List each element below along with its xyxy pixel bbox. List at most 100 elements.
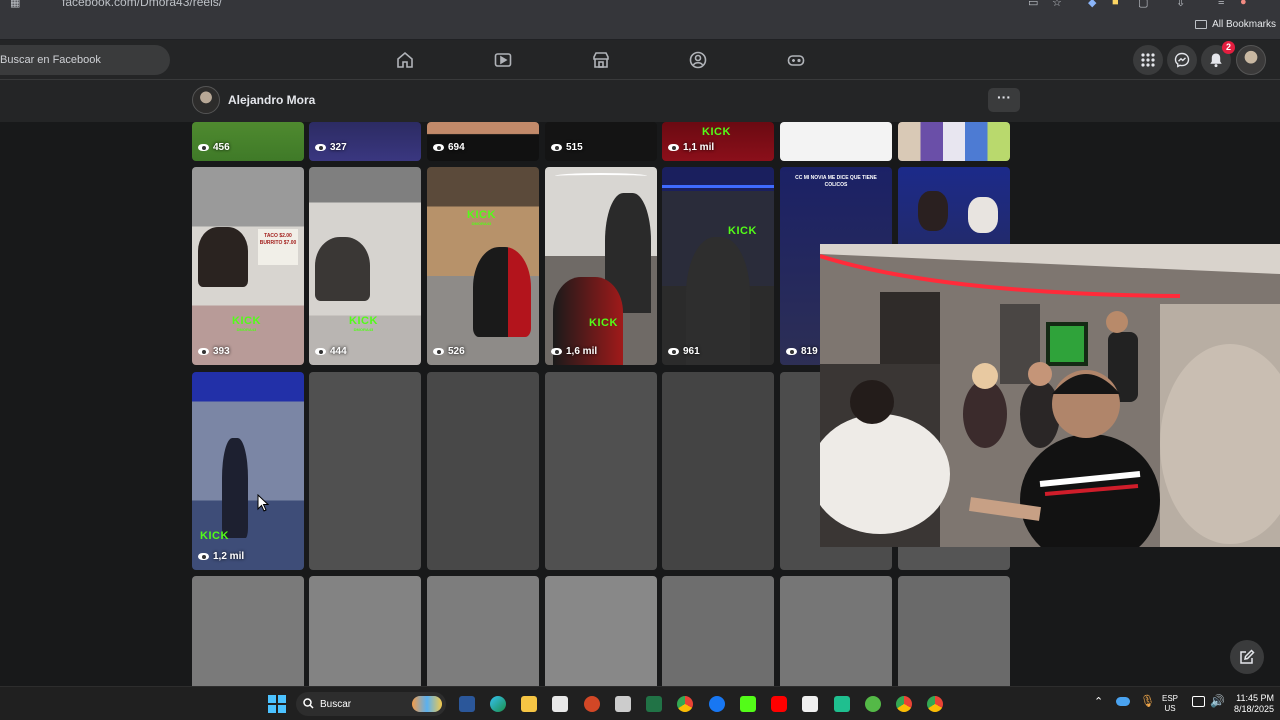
view-count: 1,1 mil [668,142,714,153]
profile-icon[interactable]: ● [1240,0,1247,8]
menu-grid-icon [1141,53,1155,67]
obs-app-icon[interactable] [865,696,881,712]
capcut-app-icon[interactable] [802,696,818,712]
account-avatar[interactable] [1236,45,1266,75]
kick-app-icon[interactable] [740,696,756,712]
language-indicator[interactable]: ESP US [1162,694,1178,714]
webcam-scene [820,244,1280,547]
kick-studio-app-icon[interactable] [834,696,850,712]
address-bar[interactable]: facebook.com/Dmora43/reels/ [62,0,222,9]
excel-app-icon[interactable] [646,696,662,712]
profile-avatar[interactable] [192,86,220,114]
clock[interactable]: 11:45 PM 8/18/2025 [1226,693,1274,715]
chrome-profile-app-icon[interactable] [896,696,912,712]
reel-placeholder [898,576,1010,686]
microphone-icon[interactable]: 🎙 [1140,694,1155,708]
reel-placeholder [309,372,421,570]
chrome-app-icon[interactable] [677,696,693,712]
facebook-app-icon[interactable] [709,696,725,712]
view-count: 1,2 mil [198,551,244,562]
search-box [0,45,170,75]
edge-app-icon[interactable] [490,696,506,712]
view-count: 526 [433,346,465,357]
youtube-app-icon[interactable] [771,696,787,712]
extensions-puzzle-icon[interactable]: ▢ [1138,0,1148,9]
reel-thumbnail[interactable] [780,122,892,161]
reel-thumbnail[interactable]: KICK 1,2 mil [192,372,304,570]
person-silhouette [473,247,531,337]
mouse-cursor-icon [257,494,269,512]
profile-name[interactable]: Alejandro Mora [228,93,315,107]
file-explorer-icon[interactable] [521,696,537,712]
groups-icon[interactable] [689,51,707,69]
reel-thumbnail[interactable]: 327 [309,122,421,161]
person-silhouette [918,191,948,231]
reel-thumbnail[interactable]: 515 [545,122,657,161]
reel-thumbnail[interactable]: KICK 961 [662,167,774,365]
onedrive-icon[interactable] [1116,697,1130,706]
eye-icon [551,144,562,151]
apps-grid-icon[interactable]: ▦ [10,0,20,9]
menu-grid-button[interactable] [1133,45,1163,75]
bookmark-star-icon[interactable]: ☆ [1052,0,1062,9]
kick-logo: KICK [702,126,731,138]
kick-logo: KICK DMORA43 [467,209,496,226]
person-silhouette [222,438,248,538]
reel-thumbnail[interactable]: KICK 1,6 mil [545,167,657,365]
reel-thumbnail[interactable] [898,122,1010,161]
powerpoint-app-icon[interactable] [584,696,600,712]
widget-balloons-icon [412,696,442,712]
marketplace-icon[interactable] [592,51,610,69]
reel-thumbnail[interactable]: KICK DMORA43 526 [427,167,539,365]
taskbar-search[interactable]: Buscar [296,692,446,716]
more-options-button[interactable]: ··· [988,88,1020,112]
all-bookmarks-button[interactable]: All Bookmarks [1195,19,1276,30]
home-icon[interactable] [396,51,414,69]
reading-list-icon[interactable]: ≡ [1218,0,1224,8]
mail-app-icon[interactable] [615,696,631,712]
reel-thumbnail[interactable]: 456 [192,122,304,161]
view-count: 393 [198,346,230,357]
reel-thumbnail[interactable]: KICK 1,1 mil [662,122,774,161]
gaming-icon[interactable] [787,51,805,69]
bookmarks-bar: All Bookmarks [0,12,1280,40]
eye-icon [198,553,209,560]
kick-logo: KICK [589,317,618,329]
chrome-profile-2-app-icon[interactable] [927,696,943,712]
search-input[interactable] [0,45,165,75]
cast-icon[interactable]: ▭ [1028,0,1038,9]
person-silhouette [968,197,998,233]
tray-chevron-icon[interactable]: ⌃ [1094,695,1103,708]
display-icon[interactable] [1192,696,1205,707]
video-icon[interactable] [494,51,512,69]
new-message-button[interactable] [1230,640,1264,674]
windows-taskbar: Buscar ⌃ 🎙 ESP US 🔊 11:45 PM 8/18/2025 [0,686,1280,720]
messenger-button[interactable] [1167,45,1197,75]
store-app-icon[interactable] [552,696,568,712]
reel-thumbnail[interactable]: TACO $2.00 BURRITO $7.00 KICK DMORA43 393 [192,167,304,365]
compose-icon [1240,649,1255,664]
notifications-button[interactable]: 2 [1201,41,1235,75]
eye-icon [433,144,444,151]
reel-thumbnail[interactable]: 694 [427,122,539,161]
eye-icon [551,348,562,355]
messenger-icon [1174,52,1190,68]
bell-icon [1210,53,1222,68]
view-count: 819 [786,346,818,357]
browser-tab-strip: ▦ facebook.com/Dmora43/reels/ ▭ ☆ ◆ ■ ▢ … [0,0,1280,12]
volume-icon[interactable]: 🔊 [1210,694,1225,708]
all-bookmarks-label: All Bookmarks [1212,19,1276,30]
extension-icon[interactable]: ◆ [1088,0,1096,9]
downloads-icon[interactable]: ⇩ [1176,0,1185,9]
word-app-icon[interactable] [459,696,475,712]
extension-icon-2[interactable]: ■ [1112,0,1119,8]
taskbar-search-label: Buscar [320,698,352,710]
reel-placeholder [427,372,539,570]
kick-logo: KICK DMORA43 [349,315,378,332]
reel-placeholder [545,576,657,686]
reel-thumbnail[interactable]: KICK DMORA43 444 [309,167,421,365]
kick-logo: KICK [200,530,229,542]
eye-icon [198,144,209,151]
view-count: 456 [198,142,230,153]
windows-start-icon[interactable] [268,695,286,713]
